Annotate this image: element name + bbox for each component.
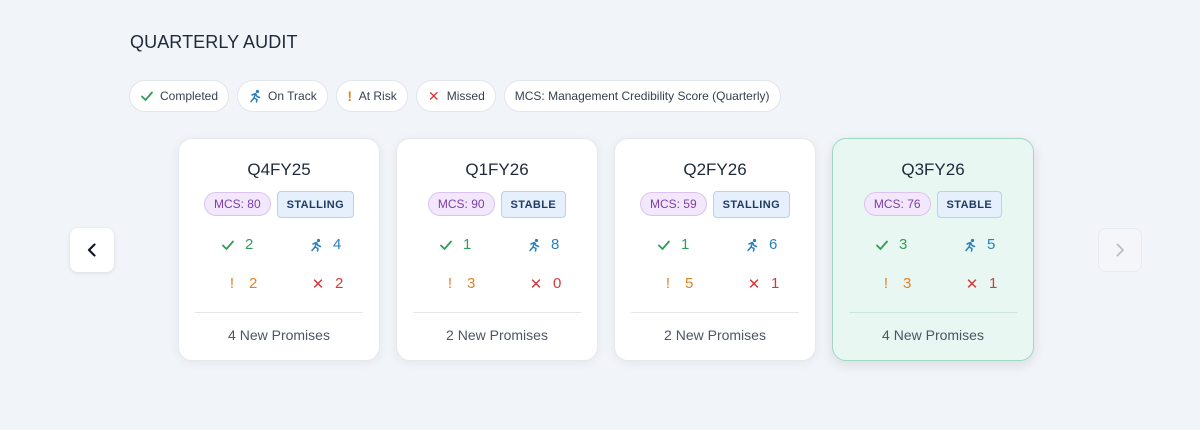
legend-missed-label: Missed: [446, 89, 485, 103]
stat-on-track: 6: [745, 236, 777, 253]
exclamation-icon: !: [229, 275, 235, 292]
mcs-badge: MCS: 90: [427, 192, 495, 216]
stat-missed: ✕ 0: [529, 275, 562, 293]
exclamation-icon: !: [665, 275, 671, 292]
legend-mcs-note-label: MCS: Management Credibility Score (Quart…: [514, 89, 770, 103]
stat-at-risk-value: 5: [685, 275, 694, 292]
card-quarter: Q3FY26: [901, 160, 965, 179]
check-icon: [221, 238, 235, 252]
check-icon: [140, 89, 154, 103]
quarter-card-selected[interactable]: Q3FY26 MCS: 76 STABLE 3 5 ! 3 ✕ 1 4 New …: [832, 138, 1034, 361]
stat-missed-value: 1: [771, 275, 780, 292]
chevron-left-icon: [84, 242, 100, 258]
divider: [849, 312, 1017, 313]
chevron-right-icon: [1112, 242, 1128, 258]
status-badge: STABLE: [500, 191, 567, 218]
stat-at-risk: ! 3: [879, 275, 911, 292]
divider: [195, 312, 363, 313]
card-footer: 2 New Promises: [446, 327, 548, 343]
legend-completed-label: Completed: [160, 89, 219, 103]
card-footer: 4 New Promises: [228, 327, 330, 343]
exclamation-icon: !: [447, 275, 453, 292]
stat-completed-value: 3: [899, 236, 908, 253]
stat-at-risk-value: 3: [903, 275, 912, 292]
stat-on-track-value: 4: [333, 236, 342, 253]
exclamation-icon: !: [347, 88, 353, 104]
quarter-card[interactable]: Q1FY26 MCS: 90 STABLE 1 8 ! 3 ✕ 0 2 New …: [396, 138, 598, 361]
quarter-card[interactable]: Q4FY25 MCS: 80 STALLING 2 4 ! 2 ✕ 2 4 Ne…: [178, 138, 380, 361]
stat-on-track: 4: [309, 236, 341, 253]
stat-missed: ✕ 1: [965, 275, 998, 293]
stat-missed-value: 0: [553, 275, 562, 292]
stat-missed-value: 2: [335, 275, 344, 292]
card-quarter: Q4FY25: [247, 160, 311, 179]
stat-on-track-value: 6: [769, 236, 778, 253]
stat-completed-value: 1: [681, 236, 690, 253]
x-icon: ✕: [311, 275, 325, 293]
mcs-badge: MCS: 76: [863, 192, 931, 216]
x-icon: ✕: [529, 275, 543, 293]
stat-missed-value: 1: [989, 275, 998, 292]
legend-at-risk-label: At Risk: [358, 89, 397, 103]
legend-on-track-label: On Track: [268, 89, 317, 103]
stat-completed: 3: [875, 236, 907, 253]
legend-completed: Completed: [129, 80, 230, 112]
exclamation-icon: !: [883, 275, 889, 292]
stat-on-track: 5: [963, 236, 995, 253]
card-quarter: Q2FY26: [683, 160, 747, 179]
check-icon: [875, 238, 889, 252]
legend-missed: ✕ Missed: [415, 80, 496, 112]
stat-on-track-value: 5: [987, 236, 996, 253]
stat-at-risk-value: 2: [249, 275, 258, 292]
stat-at-risk: ! 3: [443, 275, 475, 292]
card-footer: 2 New Promises: [664, 327, 766, 343]
mcs-badge: MCS: 80: [203, 192, 271, 216]
stat-at-risk-value: 3: [467, 275, 476, 292]
stat-completed-value: 1: [463, 236, 472, 253]
status-badge: STALLING: [712, 191, 791, 218]
check-icon: [657, 238, 671, 252]
stat-at-risk: ! 2: [225, 275, 257, 292]
legend-on-track: On Track: [237, 80, 328, 112]
card-footer: 4 New Promises: [882, 327, 984, 343]
mcs-badge: MCS: 59: [639, 192, 707, 216]
x-icon: ✕: [427, 87, 440, 104]
divider: [631, 312, 799, 313]
page-title: QUARTERLY AUDIT: [130, 32, 298, 52]
stat-missed: ✕ 2: [311, 275, 344, 293]
x-icon: ✕: [747, 275, 761, 293]
stat-completed: 1: [439, 236, 471, 253]
prev-button[interactable]: [70, 228, 114, 272]
status-badge: STABLE: [936, 191, 1003, 218]
divider: [413, 312, 581, 313]
card-quarter: Q1FY26: [465, 160, 529, 179]
stat-on-track: 8: [527, 236, 559, 253]
x-icon: ✕: [965, 275, 979, 293]
next-button[interactable]: [1098, 228, 1142, 272]
stat-completed: 2: [221, 236, 253, 253]
quarter-card[interactable]: Q2FY26 MCS: 59 STALLING 1 6 ! 5 ✕ 1 2 Ne…: [614, 138, 816, 361]
legend: Completed On Track ! At Risk ✕ Missed MC…: [129, 80, 781, 112]
stat-completed-value: 2: [245, 236, 254, 253]
stat-completed: 1: [657, 236, 689, 253]
runner-icon: [527, 238, 541, 252]
runner-icon: [745, 238, 759, 252]
check-icon: [439, 238, 453, 252]
stat-on-track-value: 8: [551, 236, 560, 253]
status-badge: STALLING: [276, 191, 355, 218]
legend-mcs-note: MCS: Management Credibility Score (Quart…: [503, 80, 781, 112]
stat-at-risk: ! 5: [661, 275, 693, 292]
legend-at-risk: ! At Risk: [335, 80, 408, 112]
runner-icon: [309, 238, 323, 252]
runner-icon: [248, 89, 262, 103]
stat-missed: ✕ 1: [747, 275, 780, 293]
runner-icon: [963, 238, 977, 252]
